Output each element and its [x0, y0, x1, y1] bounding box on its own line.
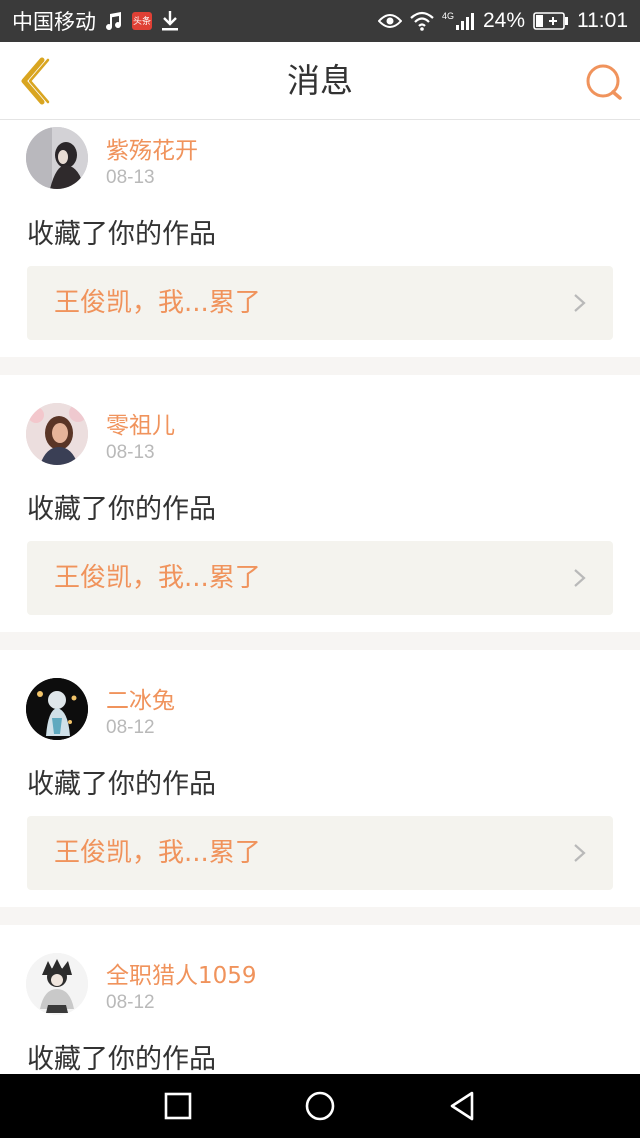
avatar[interactable] — [26, 953, 88, 1015]
news-app-icon: 头条 — [132, 12, 152, 30]
signal-icon: 4G — [442, 11, 475, 31]
carrier-label: 中国移动 — [12, 11, 96, 34]
action-text: 收藏了你的作品 — [27, 1044, 216, 1075]
username[interactable]: 零祖儿 — [106, 406, 175, 440]
page-title: 消息 — [287, 61, 353, 100]
avatar[interactable] — [26, 678, 88, 740]
network-label: 4G — [441, 11, 454, 21]
work-title: 王俊凯，我...累了 — [54, 563, 261, 593]
work-title: 王俊凯，我...累了 — [54, 838, 261, 868]
triangle-back-icon — [450, 1091, 474, 1121]
work-link[interactable]: 王俊凯，我...累了 — [27, 541, 613, 615]
battery-percent: 24% — [482, 9, 525, 32]
status-bar-right: 4G 24% 11:01 — [377, 9, 628, 33]
download-icon — [160, 10, 180, 32]
search-button[interactable] — [582, 60, 626, 104]
status-bar-left: 中国移动 头条 — [12, 6, 180, 36]
avatar[interactable] — [26, 403, 88, 465]
timestamp: 08-12 — [106, 717, 155, 738]
system-nav-bar — [0, 1074, 640, 1138]
timestamp: 08-12 — [106, 992, 155, 1013]
work-link[interactable]: 王俊凯，我...累了 — [27, 816, 613, 890]
eye-icon — [377, 12, 402, 30]
search-icon — [586, 64, 622, 100]
square-icon — [164, 1092, 192, 1120]
music-icon — [104, 11, 124, 31]
username[interactable]: 全职猎人1059 — [106, 956, 257, 990]
action-text: 收藏了你的作品 — [27, 219, 216, 250]
work-title: 王俊凯，我...累了 — [54, 288, 261, 318]
username[interactable]: 二冰兔 — [106, 681, 175, 715]
notification-card: 二冰兔 08-12 收藏了你的作品 王俊凯，我...累了 — [0, 650, 640, 907]
status-bar: 中国移动 头条 4G 24% 11:01 — [0, 0, 640, 42]
system-back-button[interactable] — [442, 1086, 482, 1126]
screen: 中国移动 头条 4G 24% 11:01 消息 紫殇花开 08-13 收藏了你的… — [0, 0, 640, 1138]
work-link[interactable]: 王俊凯，我...累了 — [27, 266, 613, 340]
clock: 11:01 — [577, 9, 628, 32]
chevron-right-icon — [574, 844, 586, 862]
circle-icon — [305, 1091, 335, 1121]
chevron-right-icon — [574, 294, 586, 312]
timestamp: 08-13 — [106, 442, 155, 463]
action-text: 收藏了你的作品 — [27, 769, 216, 800]
action-text: 收藏了你的作品 — [27, 494, 216, 525]
chevron-right-icon — [574, 569, 586, 587]
notification-card: 零祖儿 08-13 收藏了你的作品 王俊凯，我...累了 — [0, 375, 640, 632]
home-button[interactable] — [300, 1086, 340, 1126]
title-bar: 消息 — [0, 42, 640, 120]
avatar[interactable] — [26, 127, 88, 189]
username[interactable]: 紫殇花开 — [106, 131, 198, 165]
battery-charging-icon — [533, 12, 569, 30]
timestamp: 08-13 — [106, 167, 155, 188]
notification-card: 紫殇花开 08-13 收藏了你的作品 王俊凯，我...累了 — [0, 120, 640, 357]
wifi-icon — [410, 11, 434, 31]
recent-apps-button[interactable] — [158, 1086, 198, 1126]
